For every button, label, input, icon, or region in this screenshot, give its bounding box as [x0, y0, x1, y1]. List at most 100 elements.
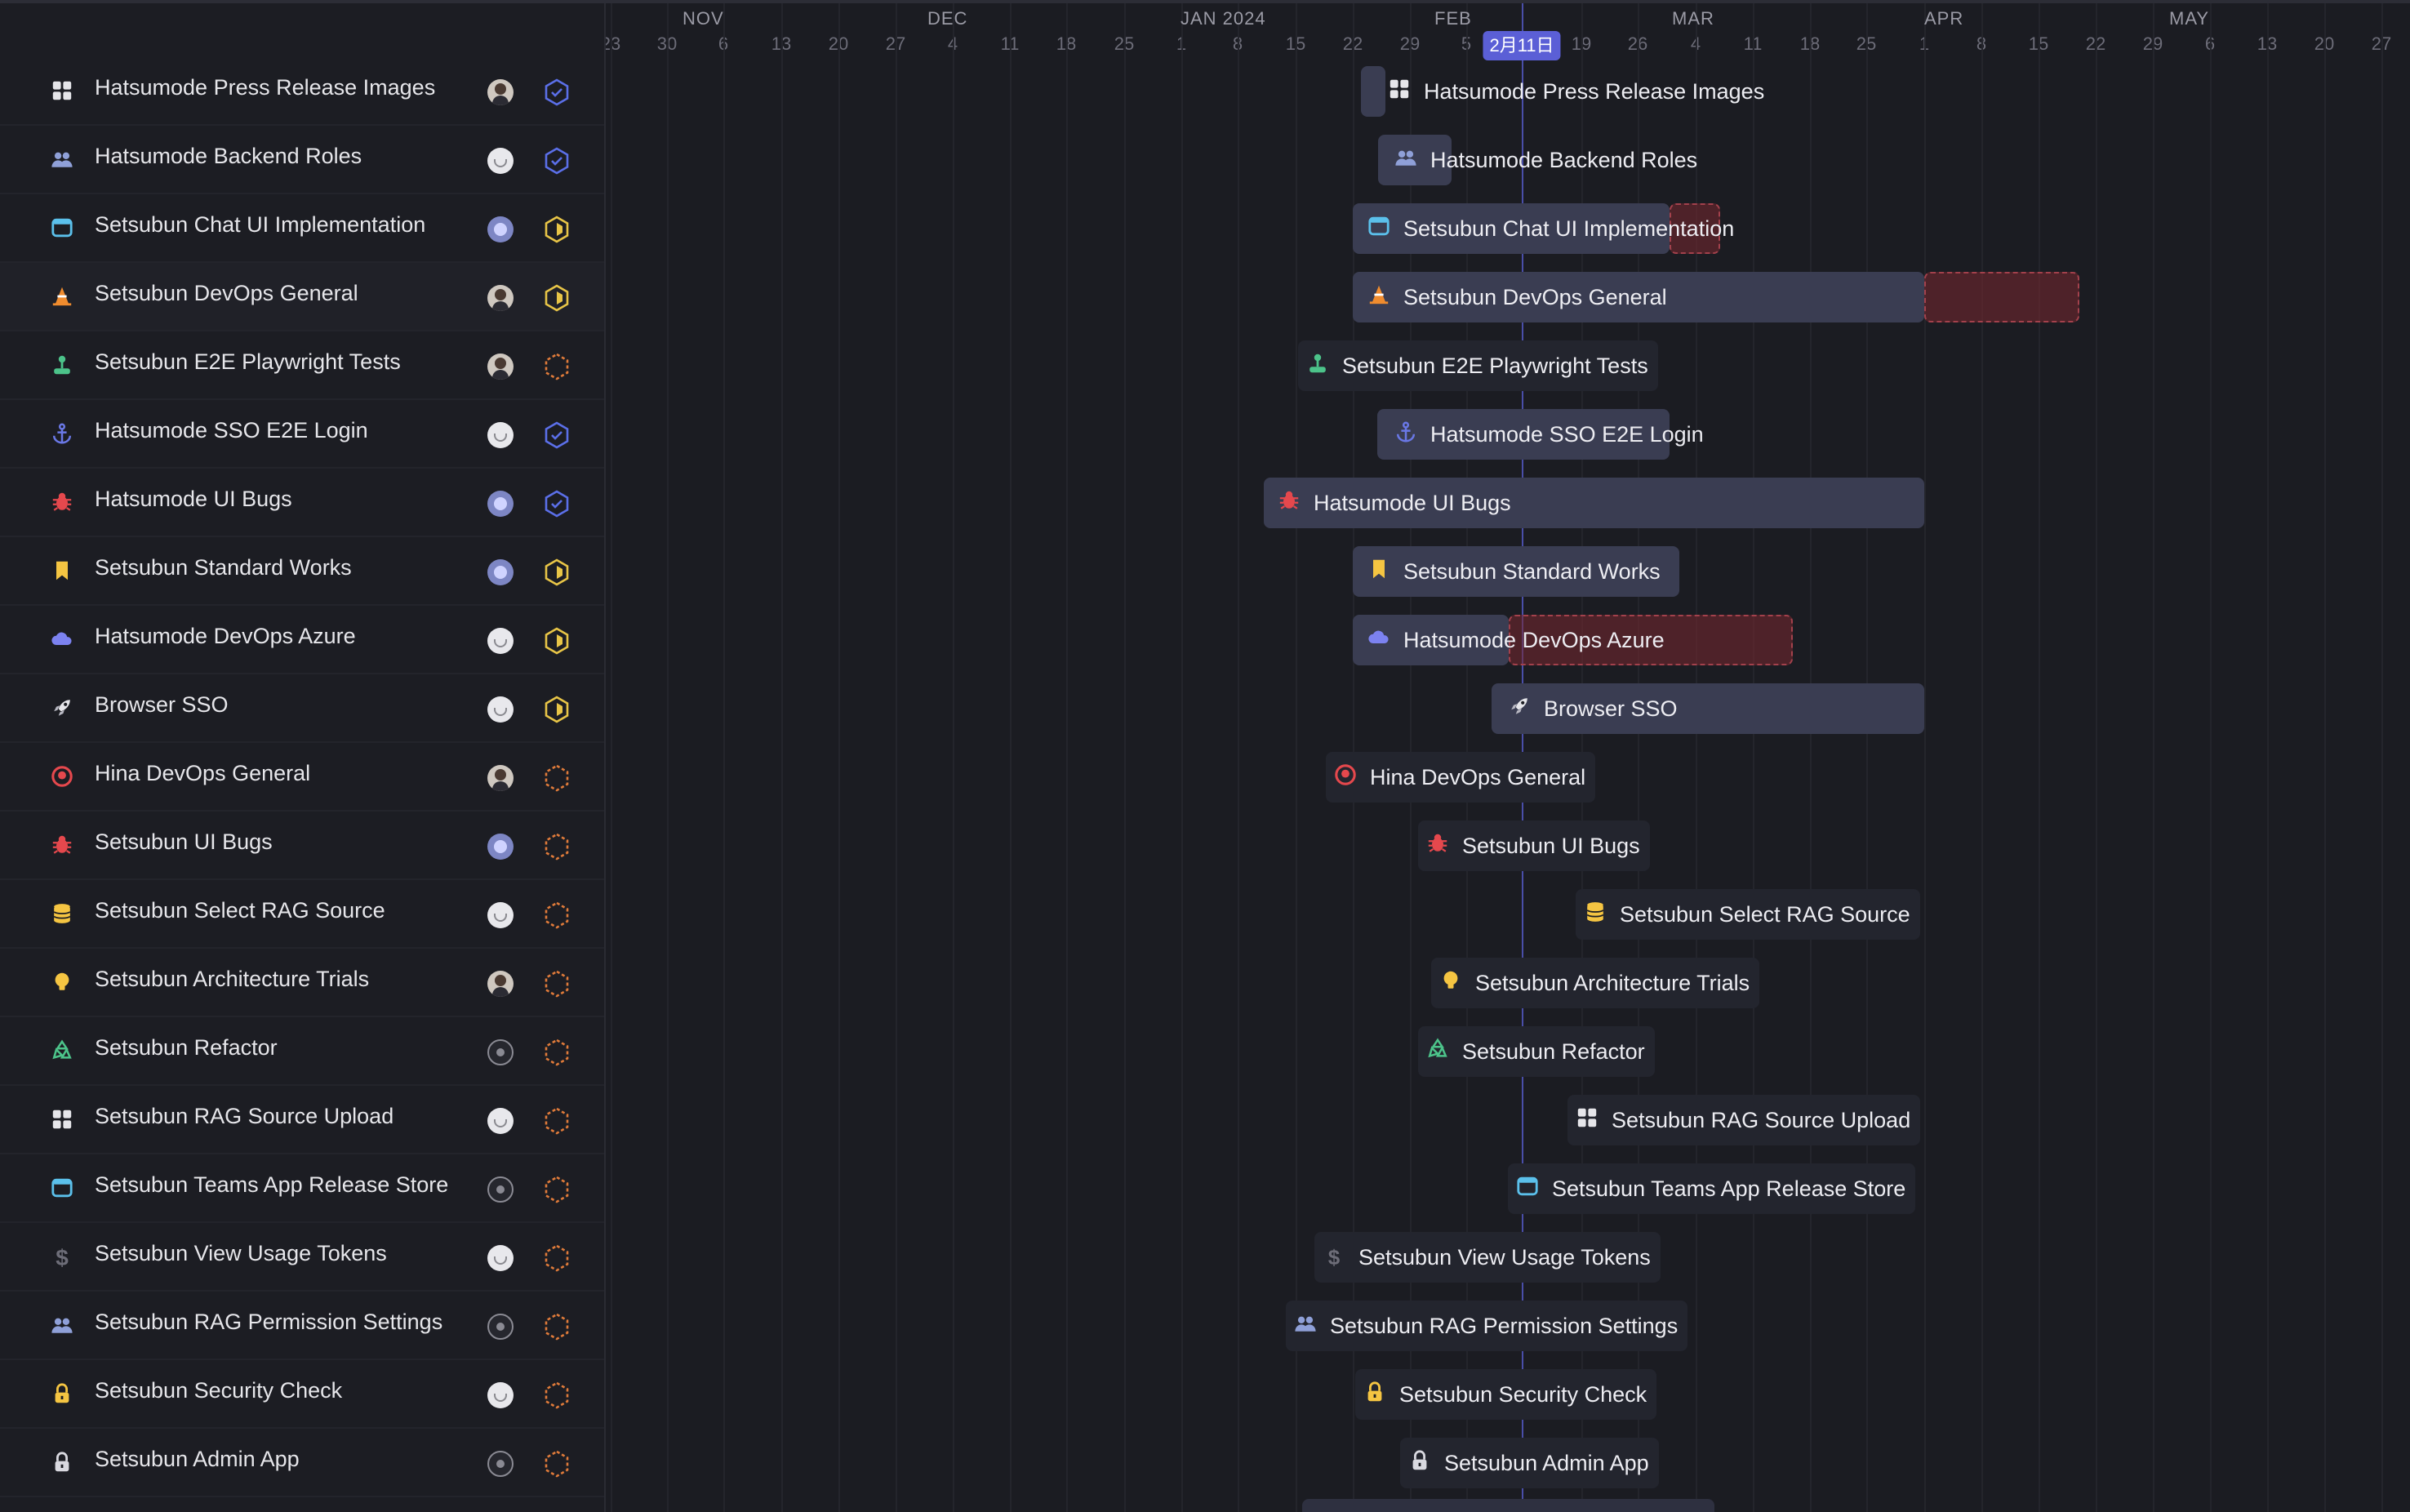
assignee-avatar[interactable] [487, 1108, 514, 1134]
task-row[interactable]: Browser SSO [0, 674, 604, 743]
status-done-icon[interactable] [542, 78, 571, 107]
status-todo-icon[interactable] [542, 1312, 571, 1341]
task-row[interactable]: Hatsumode Press Release Images [0, 57, 604, 126]
task-row[interactable]: Setsubun RAG Source Upload [0, 1086, 604, 1154]
assignee-avatar[interactable] [487, 422, 514, 448]
assignee-avatar[interactable] [487, 1382, 514, 1408]
gantt-bar-label[interactable]: Hatsumode Backend Roles [1386, 135, 1707, 185]
bookmark-icon [51, 559, 73, 586]
gantt-bar-label[interactable]: $ Setsubun View Usage Tokens [1314, 1232, 1661, 1283]
gantt-bar-label[interactable]: Setsubun Teams App Release Store [1508, 1163, 1916, 1214]
bar-task-name: Setsubun View Usage Tokens [1358, 1244, 1651, 1270]
gantt-bar-label[interactable]: Setsubun RAG Permission Settings [1286, 1301, 1688, 1351]
status-todo-icon[interactable] [542, 901, 571, 930]
gantt-bar-label[interactable]: Setsubun E2E Playwright Tests [1298, 340, 1658, 391]
grid-line [723, 0, 725, 1512]
task-row[interactable]: Setsubun Teams App Release Store [0, 1154, 604, 1223]
task-row[interactable]: Hatsumode SSO E2E Login [0, 400, 604, 469]
assignee-avatar[interactable] [487, 354, 514, 380]
assignee-avatar[interactable] [487, 1176, 514, 1203]
gantt-bar-label[interactable]: Setsubun Chat UI Implementation [1359, 203, 1744, 254]
gantt-bar-label[interactable]: Setsubun Admin App [1400, 1438, 1659, 1488]
status-done-icon[interactable] [542, 420, 571, 450]
gantt-bar-label[interactable]: Browser SSO [1500, 683, 1687, 734]
gantt-bar-label[interactable]: Setsubun Security Check [1355, 1369, 1657, 1420]
task-row[interactable]: Setsubun Select RAG Source [0, 880, 604, 949]
gantt-bar-label[interactable]: Hatsumode SSO E2E Login [1386, 409, 1714, 460]
task-row[interactable]: Setsubun RAG Permission Settings [0, 1292, 604, 1360]
gantt-bar-label[interactable]: Hatsumode Press Release Images [1380, 66, 1774, 117]
task-row[interactable]: $ Setsubun View Usage Tokens [0, 1223, 604, 1292]
gantt-bar-label[interactable]: Setsubun Standard Works [1359, 546, 1670, 597]
task-icon-wrapper [44, 832, 80, 861]
gantt-bar-label[interactable]: Setsubun Architecture Trials [1431, 958, 1760, 1008]
grid-line [1124, 0, 1126, 1512]
assignee-avatar[interactable] [487, 285, 514, 311]
task-row[interactable]: Hatsumode UI Bugs [0, 469, 604, 537]
status-todo-icon[interactable] [542, 832, 571, 861]
gantt-bar-label[interactable]: Setsubun DevOps General [1359, 272, 1677, 322]
assignee-avatar[interactable] [487, 216, 514, 242]
assignee-avatar[interactable] [487, 971, 514, 997]
task-row[interactable]: Setsubun Refactor [0, 1017, 604, 1086]
next-row-bar [1302, 1499, 1714, 1512]
status-todo-icon[interactable] [542, 763, 571, 793]
status-in-progress-icon[interactable] [542, 558, 571, 587]
assignee-avatar[interactable] [487, 1039, 514, 1065]
assignee-avatar[interactable] [487, 902, 514, 928]
status-todo-icon[interactable] [542, 352, 571, 381]
grid-line [1753, 0, 1754, 1512]
assignee-avatar[interactable] [487, 1314, 514, 1340]
task-row[interactable]: Setsubun DevOps General [0, 263, 604, 331]
assignee-avatar[interactable] [487, 79, 514, 105]
gantt-bar-label[interactable]: Setsubun Refactor [1418, 1026, 1655, 1077]
bar-icon-wrapper [1436, 968, 1465, 998]
bar-task-name: Browser SSO [1544, 696, 1678, 721]
gantt-bar-label[interactable]: Setsubun UI Bugs [1418, 820, 1650, 871]
task-row[interactable]: Setsubun Standard Works [0, 537, 604, 606]
assignee-avatar[interactable] [487, 559, 514, 585]
assignee-avatar[interactable] [487, 1451, 514, 1477]
status-todo-icon[interactable] [542, 1106, 571, 1136]
assignee-avatar[interactable] [487, 696, 514, 723]
status-done-icon[interactable] [542, 146, 571, 176]
task-row[interactable]: Setsubun Security Check [0, 1360, 604, 1429]
status-todo-icon[interactable] [542, 1381, 571, 1410]
task-row[interactable]: Hatsumode Backend Roles [0, 126, 604, 194]
bar-task-name: Setsubun DevOps General [1403, 284, 1667, 309]
assignee-avatar[interactable] [487, 1245, 514, 1271]
assignee-avatar[interactable] [487, 628, 514, 654]
status-todo-icon[interactable] [542, 1175, 571, 1204]
assignee-avatar[interactable] [487, 491, 514, 517]
status-in-progress-icon[interactable] [542, 283, 571, 313]
lock-key-icon [1363, 1381, 1386, 1409]
task-row[interactable]: Setsubun Admin App [0, 1429, 604, 1497]
task-row[interactable]: Hina DevOps General [0, 743, 604, 812]
task-name: Setsubun E2E Playwright Tests [95, 349, 401, 374]
assignee-avatar[interactable] [487, 834, 514, 860]
status-in-progress-icon[interactable] [542, 215, 571, 244]
task-row[interactable]: Hatsumode DevOps Azure [0, 606, 604, 674]
status-todo-icon[interactable] [542, 1243, 571, 1273]
task-icon-wrapper [44, 78, 80, 107]
task-row[interactable]: Setsubun Architecture Trials [0, 949, 604, 1017]
task-row[interactable]: Setsubun Chat UI Implementation [0, 194, 604, 263]
assignee-avatar[interactable] [487, 765, 514, 791]
gantt-bar-label[interactable]: Hina DevOps General [1326, 752, 1596, 803]
bar-icon-wrapper [1364, 214, 1394, 243]
gantt-bar-label[interactable]: Setsubun RAG Source Upload [1567, 1095, 1921, 1145]
status-done-icon[interactable] [542, 489, 571, 518]
status-in-progress-icon[interactable] [542, 626, 571, 656]
gantt-bar-label[interactable]: Setsubun Select RAG Source [1576, 889, 1920, 940]
task-row[interactable]: Setsubun E2E Playwright Tests [0, 331, 604, 400]
status-todo-icon[interactable] [542, 1449, 571, 1479]
task-row[interactable]: Setsubun UI Bugs [0, 812, 604, 880]
status-todo-icon[interactable] [542, 969, 571, 998]
grid-line [781, 0, 783, 1512]
gantt-bar-label[interactable]: Hatsumode UI Bugs [1269, 478, 1521, 528]
status-in-progress-icon[interactable] [542, 695, 571, 724]
status-todo-icon[interactable] [542, 1038, 571, 1067]
task-name: Setsubun Chat UI Implementation [95, 212, 426, 237]
gantt-bar-label[interactable]: Hatsumode DevOps Azure [1359, 615, 1674, 665]
assignee-avatar[interactable] [487, 148, 514, 174]
